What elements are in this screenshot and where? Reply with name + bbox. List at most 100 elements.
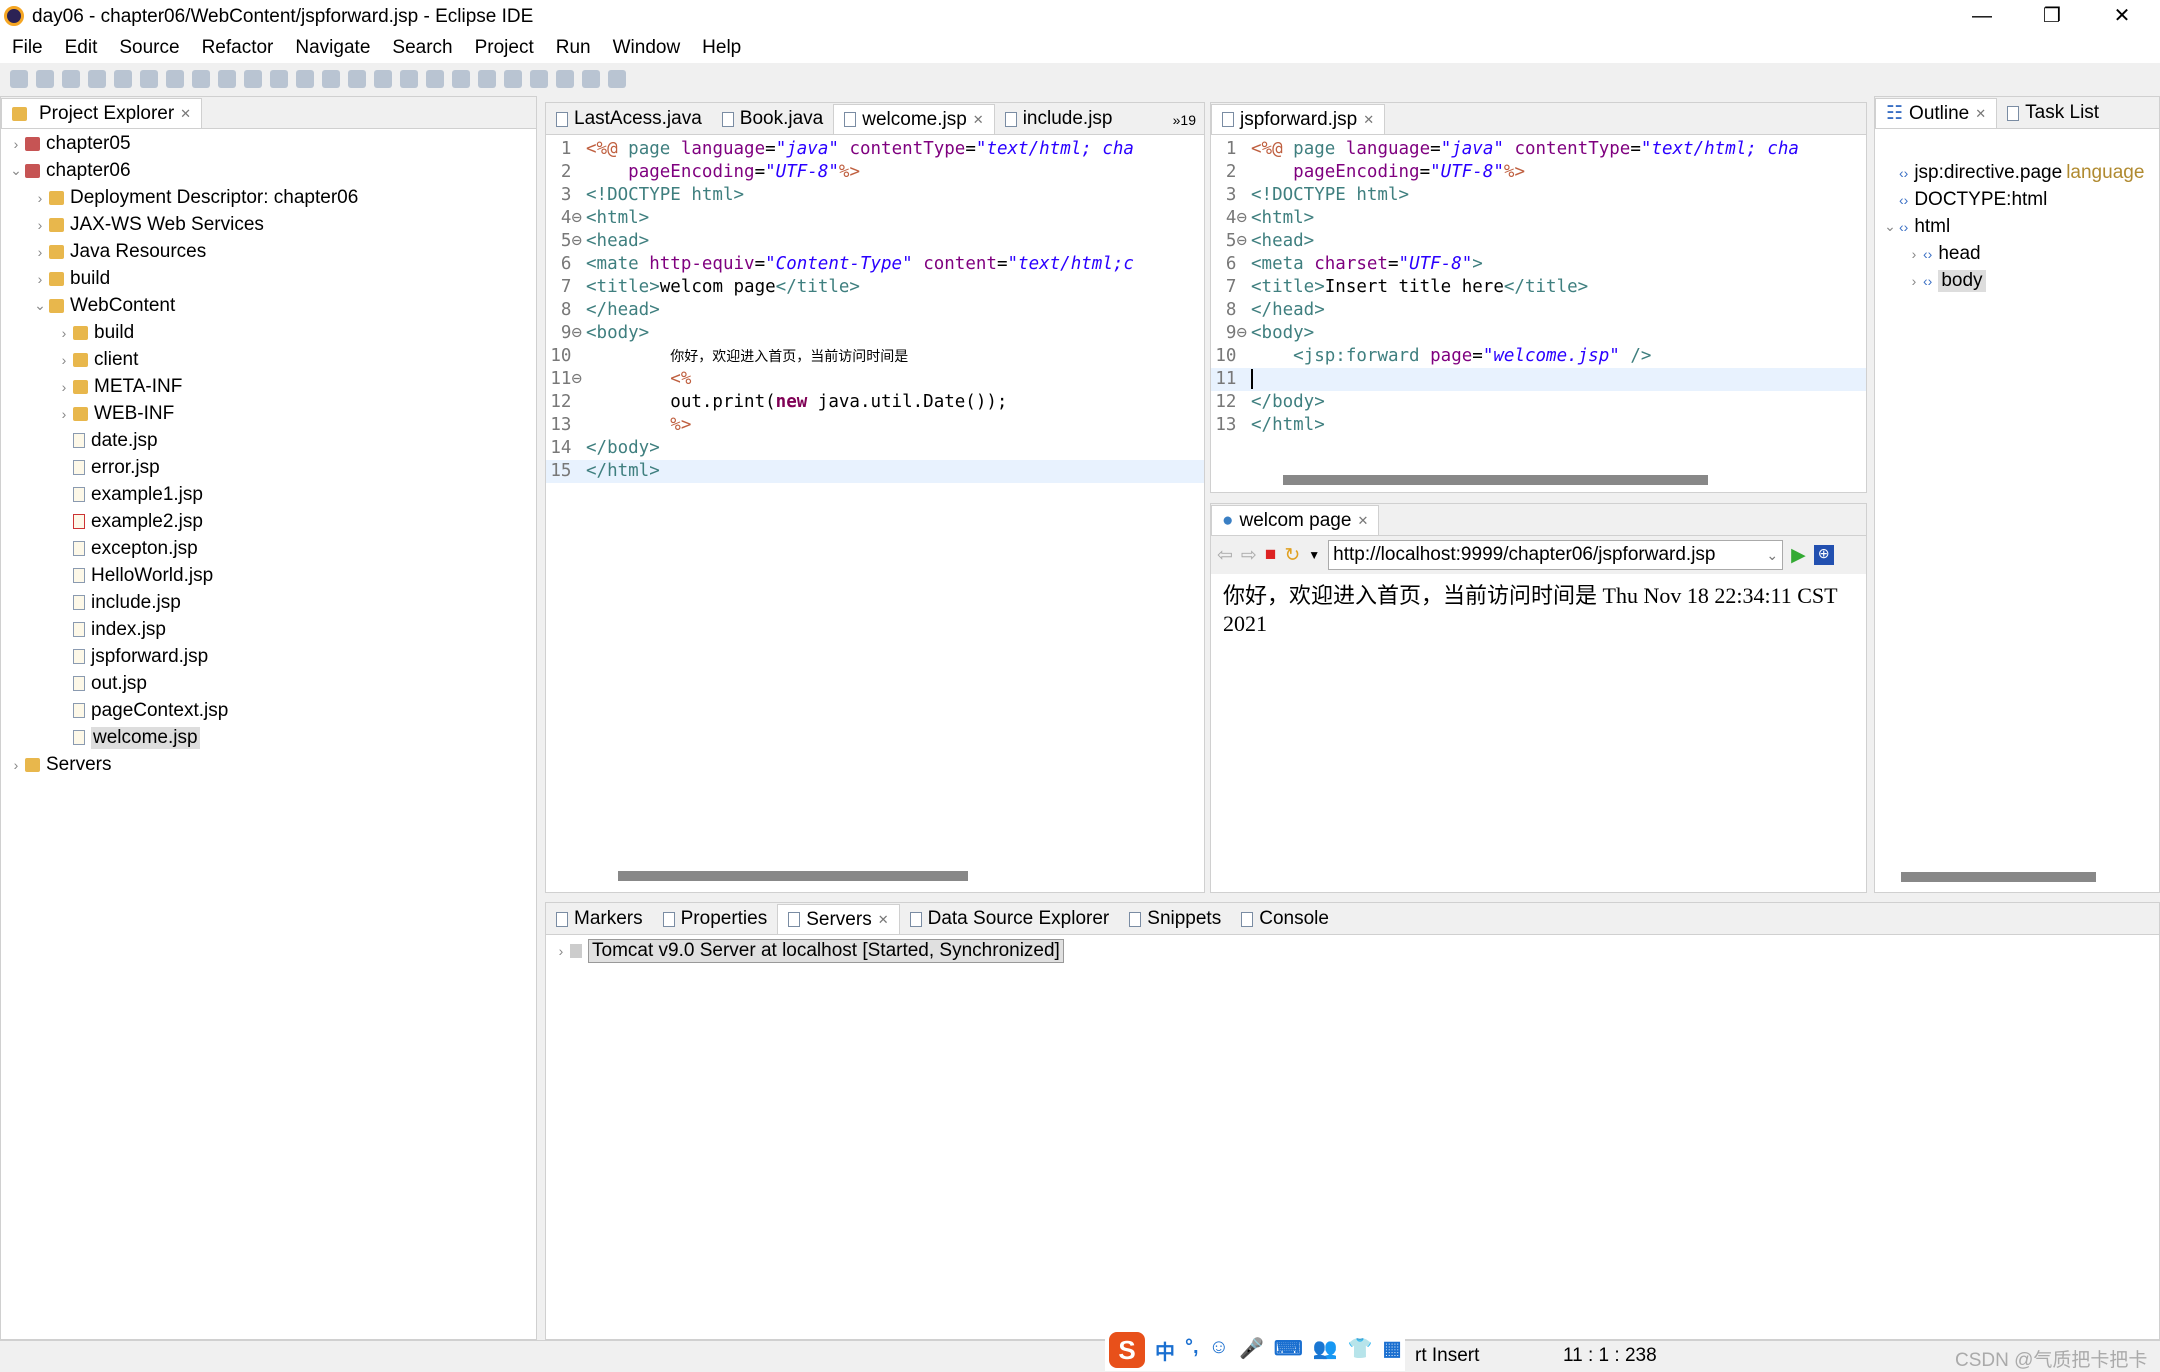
tree-item[interactable]: ⌄ WebContent	[1, 292, 536, 319]
profile-icon[interactable]	[400, 69, 418, 88]
close-icon[interactable]: ✕	[1363, 112, 1374, 128]
expand-icon[interactable]: ›	[1905, 246, 1923, 262]
expand-icon[interactable]: ›	[7, 136, 25, 152]
horizontal-scrollbar[interactable]	[1901, 872, 2096, 882]
expand-icon[interactable]: ›	[55, 379, 73, 395]
horizontal-scrollbar[interactable]	[618, 871, 968, 881]
tab-welcom-page[interactable]: ● welcom page ✕	[1211, 505, 1380, 535]
search-icon[interactable]	[504, 69, 522, 88]
close-icon[interactable]: ✕	[1357, 513, 1368, 529]
outline-item[interactable]: ‹› jsp:directive.page language	[1875, 159, 2159, 186]
tab-snippets[interactable]: Snippets	[1119, 904, 1231, 934]
outline-item[interactable]: › ‹› body	[1875, 267, 2159, 294]
tab-include-jsp[interactable]: include.jsp	[995, 104, 1123, 134]
ime-icon[interactable]: ☺	[1209, 1336, 1229, 1365]
outline-item[interactable]: ⌄ ‹› html	[1875, 213, 2159, 240]
tree-item[interactable]: › WEB-INF	[1, 400, 536, 427]
tab-data-source-explorer[interactable]: Data Source Explorer	[900, 904, 1120, 934]
tree-item[interactable]: HelloWorld.jsp	[1, 562, 536, 589]
expand-icon[interactable]: ›	[1905, 273, 1923, 289]
outline-item[interactable]: ‹› DOCTYPE:html	[1875, 186, 2159, 213]
step-over-icon[interactable]	[270, 69, 288, 88]
tab-lastacess-java[interactable]: LastAcess.java	[546, 104, 712, 134]
tree-item[interactable]: example2.jsp	[1, 508, 536, 535]
horizontal-scrollbar[interactable]	[1283, 475, 1708, 485]
tree-item[interactable]: excepton.jsp	[1, 535, 536, 562]
ime-icon[interactable]: 👕	[1348, 1336, 1373, 1365]
run-icon[interactable]	[348, 69, 366, 88]
new-icon[interactable]	[10, 69, 28, 88]
close-icon[interactable]: ✕	[1975, 106, 1986, 122]
save-icon[interactable]	[36, 69, 54, 88]
tab-task-list[interactable]: Task List	[1997, 98, 2109, 128]
stop-icon[interactable]: ■	[1265, 544, 1276, 566]
tree-item[interactable]: › chapter05	[1, 130, 536, 157]
url-field[interactable]: http://localhost:9999/chapter06/jspforwa…	[1328, 540, 1784, 570]
expand-icon[interactable]: ›	[31, 271, 49, 287]
tab-console[interactable]: Console	[1231, 904, 1339, 934]
expand-icon[interactable]: ⌄	[7, 162, 25, 179]
tree-item[interactable]: out.jsp	[1, 670, 536, 697]
tab-book-java[interactable]: Book.java	[712, 104, 833, 134]
skip-icon[interactable]	[140, 69, 158, 88]
tab-overflow-button[interactable]: »19	[1165, 112, 1204, 134]
back-icon[interactable]	[556, 69, 574, 88]
stop-icon[interactable]	[218, 69, 236, 88]
forward-icon[interactable]	[582, 69, 600, 88]
tab-welcome-jsp[interactable]: welcome.jsp ✕	[833, 104, 995, 134]
expand-icon[interactable]: ›	[55, 352, 73, 368]
expand-icon[interactable]: ›	[55, 406, 73, 422]
suspend-icon[interactable]	[192, 69, 210, 88]
step-return-icon[interactable]	[296, 69, 314, 88]
tree-item[interactable]: › client	[1, 346, 536, 373]
ime-icon[interactable]: °,	[1185, 1336, 1199, 1365]
refresh-icon[interactable]: ↻	[1284, 544, 1300, 567]
minimize-button[interactable]: —	[1950, 0, 2014, 33]
new-server-icon[interactable]	[426, 69, 444, 88]
tree-item[interactable]: › build	[1, 319, 536, 346]
tree-item[interactable]: › Servers	[1, 751, 536, 778]
menu-refactor[interactable]: Refactor	[202, 37, 274, 59]
menu-source[interactable]: Source	[119, 37, 179, 59]
menu-file[interactable]: File	[12, 37, 43, 59]
tree-item[interactable]: example1.jsp	[1, 481, 536, 508]
forward-icon[interactable]: ⇨	[1241, 544, 1257, 567]
tab-servers[interactable]: Servers ✕	[777, 904, 900, 934]
menu-help[interactable]: Help	[702, 37, 741, 59]
code-area[interactable]: 1 <%@ page language="java" contentType="…	[1211, 135, 1866, 437]
menu-window[interactable]: Window	[613, 37, 681, 59]
chevron-down-icon[interactable]: ⌄	[1766, 547, 1778, 564]
tree-item[interactable]: › JAX-WS Web Services	[1, 211, 536, 238]
prev-edit-icon[interactable]	[530, 69, 548, 88]
close-icon[interactable]: ✕	[878, 912, 889, 928]
resume-icon[interactable]	[166, 69, 184, 88]
expand-icon[interactable]: ›	[55, 325, 73, 341]
tree-item[interactable]: › META-INF	[1, 373, 536, 400]
tree-item[interactable]: include.jsp	[1, 589, 536, 616]
menu-navigate[interactable]: Navigate	[295, 37, 370, 59]
ime-icon[interactable]: ⌨	[1274, 1336, 1303, 1365]
tree-item[interactable]: error.jsp	[1, 454, 536, 481]
menu-run[interactable]: Run	[556, 37, 591, 59]
expand-icon[interactable]: ⌄	[31, 297, 49, 314]
ime-icon[interactable]: ▦	[1383, 1336, 1402, 1365]
tree-item[interactable]: ⌄ chapter06	[1, 157, 536, 184]
pin-icon[interactable]	[608, 69, 626, 88]
close-icon[interactable]: ✕	[973, 112, 984, 128]
code-area[interactable]: 1 <%@ page language="java" contentType="…	[546, 135, 1204, 483]
new-class-icon[interactable]	[452, 69, 470, 88]
menu-project[interactable]: Project	[475, 37, 534, 59]
outline-item[interactable]: › ‹› head	[1875, 240, 2159, 267]
expand-icon[interactable]: ›	[7, 757, 25, 773]
close-icon[interactable]: ✕	[180, 106, 191, 122]
tab-outline[interactable]: ☷ Outline ✕	[1875, 98, 1998, 128]
expand-icon[interactable]: ⌄	[1881, 218, 1899, 235]
coverage-icon[interactable]	[374, 69, 392, 88]
tree-item[interactable]: pageContext.jsp	[1, 697, 536, 724]
tab-project-explorer[interactable]: Project Explorer ✕	[1, 98, 203, 128]
back-icon[interactable]: ⇦	[1217, 544, 1233, 567]
tree-item[interactable]: › Java Resources	[1, 238, 536, 265]
tab-properties[interactable]: Properties	[653, 904, 778, 934]
print-icon[interactable]	[88, 69, 106, 88]
restore-button[interactable]: ❐	[2020, 0, 2084, 33]
